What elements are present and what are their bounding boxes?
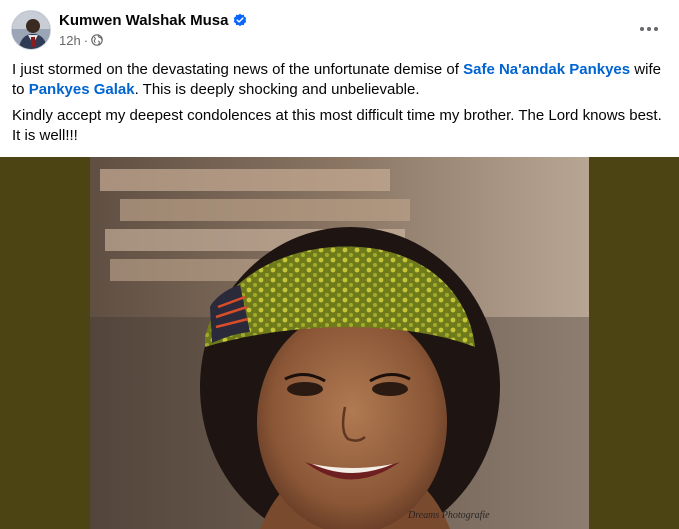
globe-icon[interactable]	[91, 34, 103, 46]
post-timestamp[interactable]: 12h	[59, 33, 81, 48]
post-text: I just stormed on the devastating news o…	[12, 60, 672, 152]
post-paragraph-2: Kindly accept my deepest condolences at …	[12, 107, 662, 144]
text-segment: . This is deeply shocking and unbelievab…	[134, 81, 420, 98]
verified-badge-icon	[233, 13, 247, 27]
facebook-post: Kumwen Walshak Musa 12h · I just stormed…	[0, 0, 679, 529]
mention-link-safe-naandak-pankyes[interactable]: Safe Na'andak Pankyes	[463, 61, 630, 78]
mention-link-pankyes-galak[interactable]: Pankyes Galak	[29, 81, 135, 98]
photo-watermark: Dreams Photografie	[408, 510, 490, 521]
text-segment: I just stormed on the devastating news o…	[12, 61, 464, 78]
post-meta: 12h ·	[59, 32, 103, 48]
post-photo[interactable]	[90, 157, 589, 529]
post-paragraph-1: I just stormed on the devastating news o…	[12, 60, 672, 100]
post-header: Kumwen Walshak Musa 12h ·	[0, 0, 679, 56]
meta-separator: ·	[83, 32, 89, 48]
author-row: Kumwen Walshak Musa	[59, 10, 247, 30]
author-name[interactable]: Kumwen Walshak Musa	[59, 12, 228, 29]
post-photo-container[interactable]: Dreams Photografie	[0, 157, 679, 529]
ellipsis-icon	[639, 26, 659, 32]
avatar[interactable]	[11, 10, 51, 50]
post-options-button[interactable]	[631, 14, 667, 44]
